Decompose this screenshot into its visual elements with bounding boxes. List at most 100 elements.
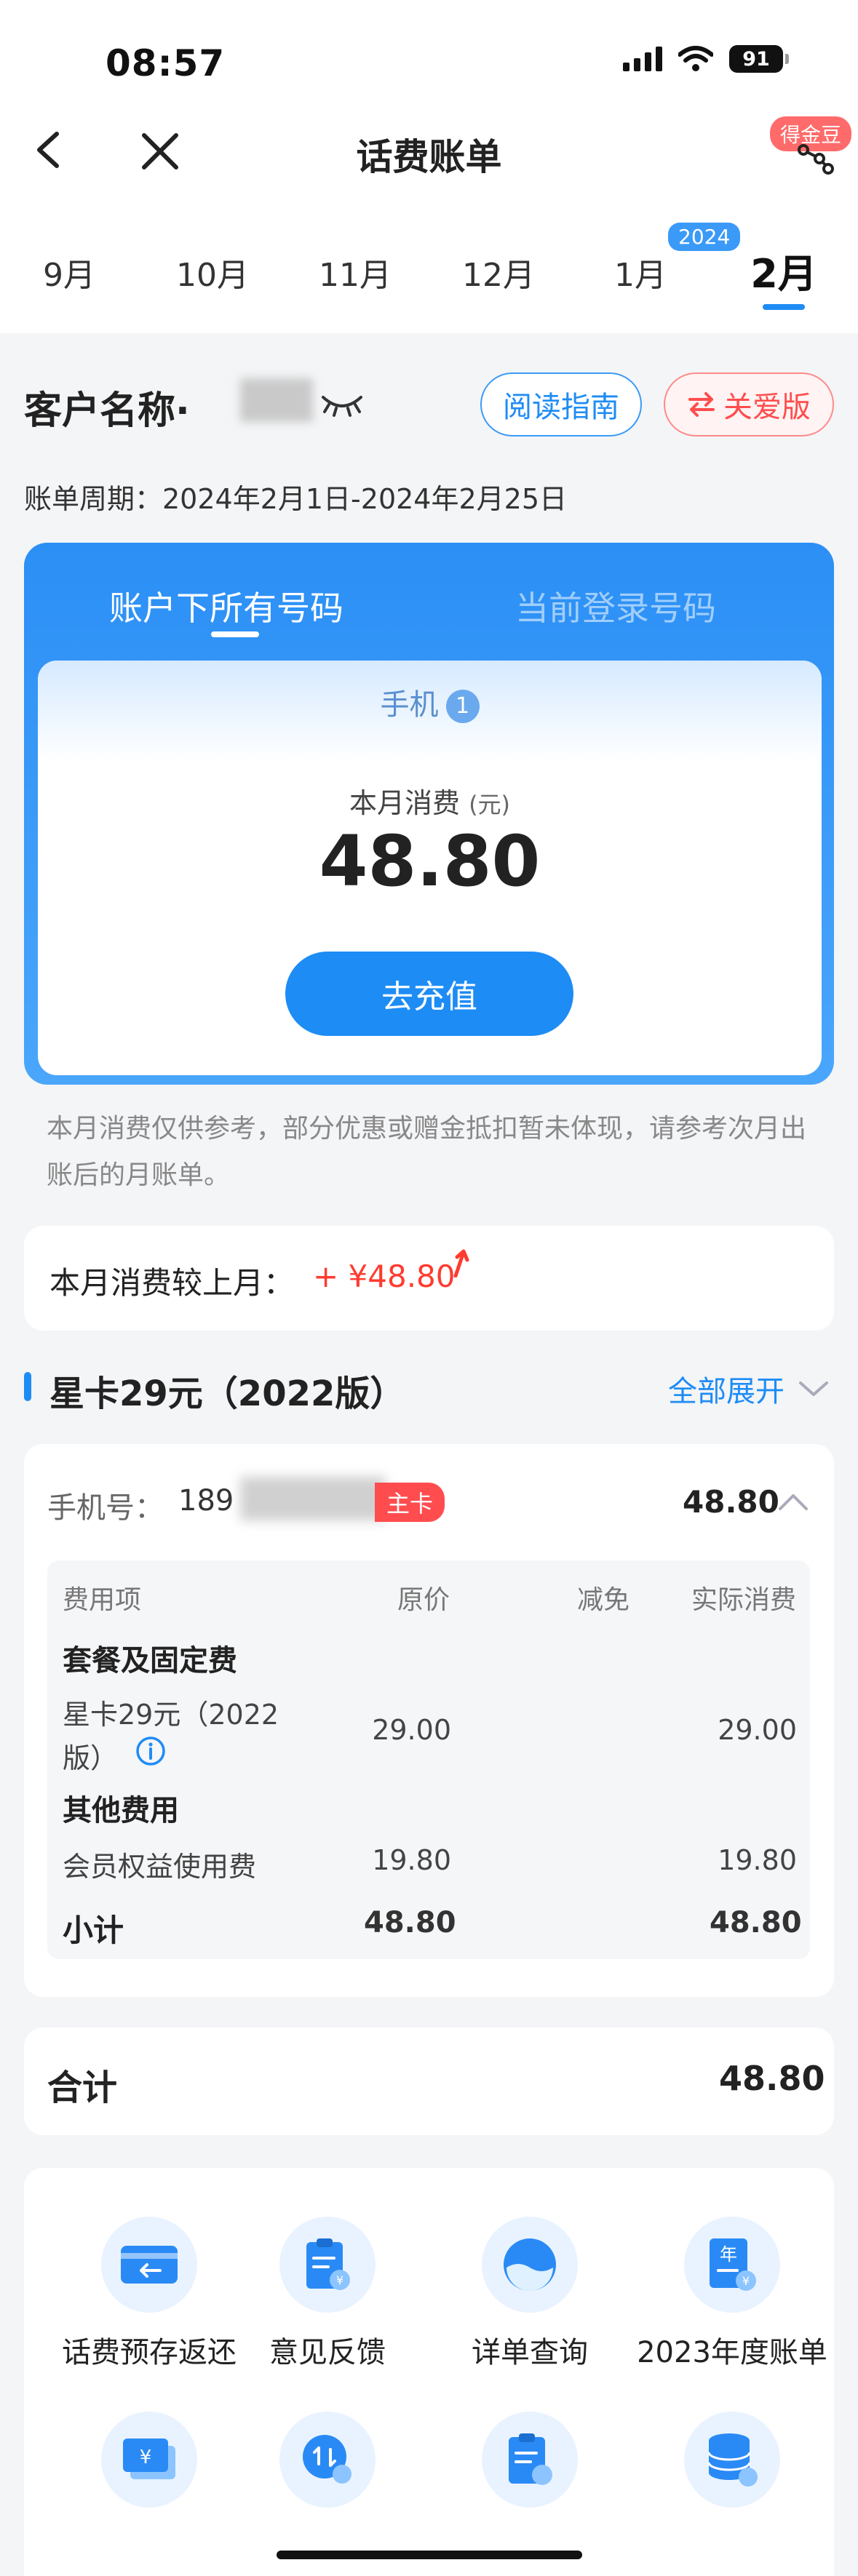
service-item-row2-3[interactable]	[428, 2412, 632, 2508]
phone-number-prefix: 189	[178, 1484, 234, 1518]
service-icon-bg	[482, 2412, 578, 2508]
tab-all-numbers[interactable]: 账户下所有号码	[109, 582, 343, 630]
bill-clipboard-icon	[509, 2433, 552, 2485]
svg-text:¥: ¥	[140, 2447, 152, 2468]
svg-text:¥: ¥	[336, 2273, 343, 2287]
service-icon-bg	[279, 2412, 376, 2508]
tab-month-nov[interactable]: 11月	[319, 249, 392, 295]
chevron-up-icon[interactable]	[777, 1491, 809, 1513]
subtotal-label: 小计	[63, 1913, 124, 1948]
plan-title-marker	[24, 1372, 31, 1401]
compare-value: + ¥48.80	[313, 1259, 456, 1294]
row-member-price: 19.80	[372, 1844, 451, 1876]
page-title: 话费账单	[356, 136, 502, 178]
service-detail-query[interactable]: 详单查询	[428, 2217, 632, 2371]
battery-tip	[785, 54, 789, 64]
wifi-icon	[678, 46, 713, 71]
service-feedback[interactable]: ¥ 意见反馈	[226, 2217, 429, 2371]
col-header-item: 费用项	[63, 1585, 142, 1615]
tab-month-jan[interactable]: 1月	[614, 249, 667, 295]
service-label: 详单查询	[472, 2336, 588, 2369]
card-return-icon	[121, 2246, 178, 2284]
info-icon[interactable]	[135, 1736, 166, 1766]
col-header-price: 原价	[397, 1585, 450, 1615]
tab-month-sep[interactable]: 9月	[43, 249, 95, 295]
cellular-signal-icon	[623, 47, 662, 71]
month-fee-label: 本月消费 (元)	[38, 781, 822, 821]
compare-label: 本月消费较上月：	[49, 1265, 295, 1301]
fee-disclaimer: 本月消费仅供参考，部分优惠或赠金抵扣暂未体现，请参考次月出账后的月账单。	[47, 1114, 807, 1190]
phone-number-label: 手机号：	[47, 1491, 164, 1525]
care-mode-button[interactable]: 关爱版	[664, 372, 834, 436]
detail-query-icon	[504, 2238, 556, 2291]
tab-current-number[interactable]: 当前登录号码	[515, 582, 716, 630]
svg-text:¥: ¥	[742, 2274, 750, 2288]
col-header-actual: 实际消费	[691, 1585, 797, 1615]
eye-closed-icon[interactable]	[320, 391, 364, 418]
group-other-fees: 其他费用	[63, 1794, 179, 1827]
row-plan-name-line1: 星卡29元（2022	[63, 1699, 279, 1731]
battery-level: 91	[729, 45, 783, 73]
plan-title: 星卡29元（2022版）	[49, 1373, 405, 1414]
battery-icon: 91	[729, 45, 789, 73]
service-icon-bg	[684, 2412, 780, 2508]
switch-arrows-icon	[688, 392, 715, 417]
subtotal-actual: 48.80	[710, 1906, 802, 1939]
service-icon-bg: ¥	[101, 2412, 197, 2508]
phone-count-badge: 1	[445, 690, 480, 723]
row-member-actual: 19.80	[718, 1844, 797, 1876]
tab-month-dec[interactable]: 12月	[462, 249, 535, 295]
service-label: 话费预存返还	[62, 2336, 237, 2369]
service-icon-bg	[101, 2217, 197, 2313]
total-value: 48.80	[719, 2059, 825, 2098]
tab-month-oct[interactable]: 10月	[176, 249, 249, 295]
main-card-badge: 主卡	[375, 1483, 445, 1522]
service-icon-bg: 年 ¥	[684, 2217, 780, 2313]
expand-all-button[interactable]: 全部展开	[668, 1368, 830, 1410]
customer-name-label: 客户名称·	[24, 389, 190, 433]
month-tabs: 9月 10月 11月 12月 1月 2月	[0, 240, 858, 313]
month-fee-label-text: 本月消费	[349, 787, 460, 819]
year-badge: 2024	[668, 223, 741, 251]
tab-month-feb[interactable]: 2月	[750, 242, 817, 299]
service-prepaid-return[interactable]: 话费预存返还	[47, 2217, 251, 2371]
service-label: 意见反馈	[269, 2336, 386, 2369]
month-fee-value: 48.80	[319, 821, 541, 902]
col-header-discount: 减免	[577, 1585, 630, 1615]
status-icons: 91	[623, 45, 789, 73]
increase-arrow-icon	[453, 1249, 469, 1277]
expand-all-label: 全部展开	[668, 1375, 784, 1408]
share-icon	[798, 144, 834, 175]
jindou-button[interactable]: 得金豆	[764, 116, 851, 175]
reading-guide-button[interactable]: 阅读指南	[480, 372, 642, 436]
month-fee-unit: (元)	[469, 791, 511, 818]
phone-number-masked	[240, 1477, 386, 1520]
service-item-row2-4[interactable]	[630, 2412, 834, 2508]
service-item-row2-1[interactable]: ¥	[47, 2412, 251, 2508]
phone-total-fee: 48.80	[683, 1484, 779, 1520]
row-plan-price: 29.00	[372, 1714, 451, 1746]
total-card	[24, 2027, 834, 2135]
phone-tab[interactable]: 手机 1	[38, 681, 822, 723]
bill-period: 账单周期：2024年2月1日-2024年2月25日	[24, 483, 568, 515]
feedback-clipboard-icon: ¥	[306, 2238, 350, 2290]
balance-search-icon	[303, 2435, 351, 2484]
care-mode-label: 关爱版	[723, 391, 811, 424]
payment-card-icon: ¥	[123, 2439, 175, 2479]
service-item-row2-2[interactable]	[226, 2412, 429, 2508]
service-label: 2023年度账单	[637, 2336, 827, 2369]
row-plan-name-line2: 版）	[63, 1742, 119, 1774]
service-icon-bg	[482, 2217, 578, 2313]
svg-text:年: 年	[720, 2244, 737, 2265]
service-annual-bill[interactable]: 年 ¥ 2023年度账单	[630, 2217, 834, 2371]
customer-name-masked	[240, 378, 313, 422]
subtotal-price: 48.80	[364, 1906, 456, 1939]
row-member-name: 会员权益使用费	[63, 1851, 257, 1883]
active-month-underline	[763, 304, 805, 310]
home-indicator	[277, 2551, 582, 2559]
total-label: 合计	[47, 2067, 118, 2108]
recharge-button[interactable]: 去充值	[285, 952, 573, 1036]
status-time: 08:57	[106, 42, 226, 84]
monthly-fee-card: 手机 1 本月消费 (元) 48.80 去充值	[38, 661, 822, 1075]
service-icon-bg: ¥	[279, 2217, 376, 2313]
